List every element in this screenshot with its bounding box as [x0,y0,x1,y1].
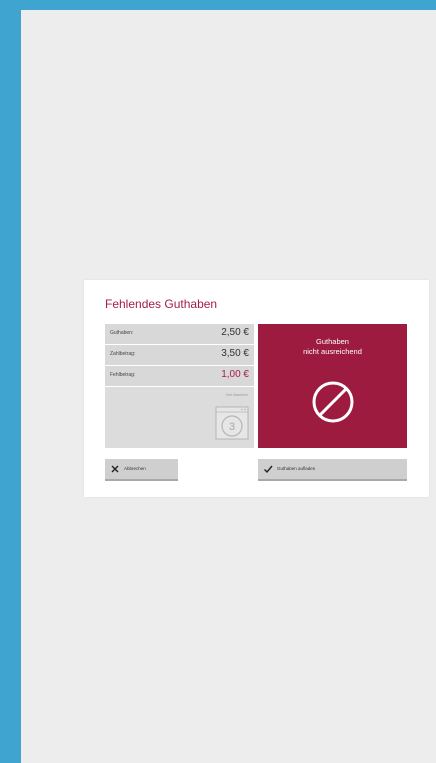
cancel-button-label: Abbrechen [124,466,146,471]
insufficient-credit-message: Guthaben nicht ausreichend [258,337,407,357]
insufficient-credit-panel: Guthaben nicht ausreichend [258,324,407,448]
cancel-button[interactable]: Abbrechen [105,459,178,481]
machine-number: 3 [229,421,235,433]
payment-value: 3,50 € [221,348,249,359]
balance-value: 2,50 € [221,327,249,338]
payment-row: Zahlbetrag: 3,50 € [105,345,254,366]
missing-amount-value: 1,00 € [221,369,249,380]
missing-amount-row: Fehlbetrag: 1,00 € [105,366,254,387]
dialog-title: Fehlendes Guthaben [105,297,218,311]
balance-label: Guthaben: [110,330,134,336]
washing-machine-icon: 3 [215,406,249,440]
payment-label: Zahlbetrag: [110,351,136,357]
checkmark-icon [264,465,273,474]
message-line-1: Guthaben [316,337,349,346]
balance-row: Guthaben: 2,50 € [105,324,254,345]
missing-credit-dialog: Fehlendes Guthaben Guthaben: 2,50 € Zahl… [84,280,429,497]
message-line-2: nicht ausreichend [303,347,362,356]
close-icon [111,465,119,473]
top-up-credit-button[interactable]: Guthaben aufladen [258,459,407,481]
forbidden-icon [312,381,354,423]
balance-panel: Guthaben: 2,50 € Zahlbetrag: 3,50 € Fehl… [105,324,254,448]
screen-background: Fehlendes Guthaben Guthaben: 2,50 € Zahl… [21,10,436,763]
missing-amount-label: Fehlbetrag: [110,372,136,378]
machine-caption: Ihre Maschine [226,393,248,397]
top-up-credit-button-label: Guthaben aufladen [277,466,316,471]
